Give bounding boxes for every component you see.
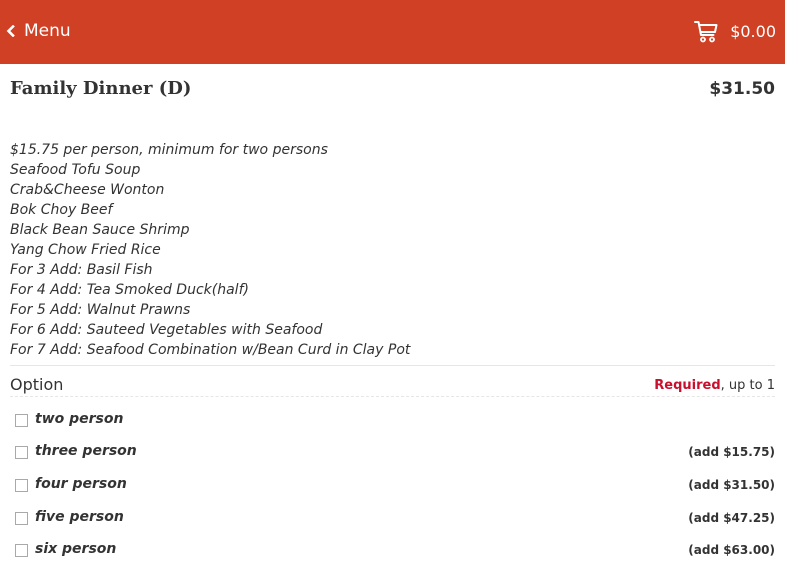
- top-bar: Menu $0.00: [0, 0, 785, 64]
- item-description: $15.75 per person, minimum for two perso…: [10, 140, 775, 360]
- option-price: (add $63.00): [688, 543, 775, 557]
- item-title: Family Dinner (D): [10, 78, 192, 99]
- option-six-person[interactable]: six person (add $63.00): [10, 539, 775, 563]
- option-four-person[interactable]: four person (add $31.50): [10, 474, 775, 498]
- description-line: For 4 Add: Tea Smoked Duck(half): [10, 282, 249, 298]
- option-five-person[interactable]: five person (add $47.25): [10, 507, 775, 531]
- description-line: Bok Choy Beef: [10, 202, 113, 218]
- option-label: six person: [35, 541, 117, 557]
- option-three-person[interactable]: three person (add $15.75): [10, 441, 775, 465]
- option-label: four person: [35, 476, 127, 492]
- option-label: five person: [35, 509, 124, 525]
- description-line: $15.75 per person, minimum for two perso…: [10, 142, 328, 158]
- description-line: Yang Chow Fried Rice: [10, 242, 161, 258]
- cart-total: $0.00: [730, 21, 776, 41]
- required-label: Required: [654, 378, 721, 393]
- option-price: (add $31.50): [688, 478, 775, 492]
- option-label: two person: [35, 411, 124, 427]
- option-header-divider: [10, 396, 775, 397]
- option-requirement: Required, up to 1: [654, 378, 775, 393]
- description-line: For 7 Add: Seafood Combination w/Bean Cu…: [10, 342, 411, 358]
- back-to-menu-button[interactable]: Menu: [6, 19, 71, 43]
- section-divider: [10, 365, 775, 366]
- option-checkbox[interactable]: [15, 446, 28, 459]
- description-line: Black Bean Sauce Shrimp: [10, 222, 190, 238]
- limit-label: , up to 1: [720, 378, 775, 393]
- option-price: (add $47.25): [688, 511, 775, 525]
- back-label: Menu: [24, 21, 71, 41]
- option-checkbox[interactable]: [15, 479, 28, 492]
- description-line: Seafood Tofu Soup: [10, 162, 141, 178]
- option-price: (add $15.75): [688, 445, 775, 459]
- description-line: For 6 Add: Sauteed Vegetables with Seafo…: [10, 322, 323, 338]
- cart-icon: [694, 19, 718, 43]
- description-line: For 3 Add: Basil Fish: [10, 262, 153, 278]
- option-checkbox[interactable]: [15, 414, 28, 427]
- option-checkbox[interactable]: [15, 544, 28, 557]
- item-price: $31.50: [709, 79, 775, 99]
- description-line: Crab&Cheese Wonton: [10, 182, 165, 198]
- chevron-left-icon: [6, 25, 15, 37]
- option-group-title: Option: [10, 375, 64, 394]
- option-label: three person: [35, 443, 137, 459]
- description-line: For 5 Add: Walnut Prawns: [10, 302, 191, 318]
- option-two-person[interactable]: two person: [10, 409, 775, 433]
- option-checkbox[interactable]: [15, 512, 28, 525]
- cart-button[interactable]: $0.00: [694, 17, 776, 45]
